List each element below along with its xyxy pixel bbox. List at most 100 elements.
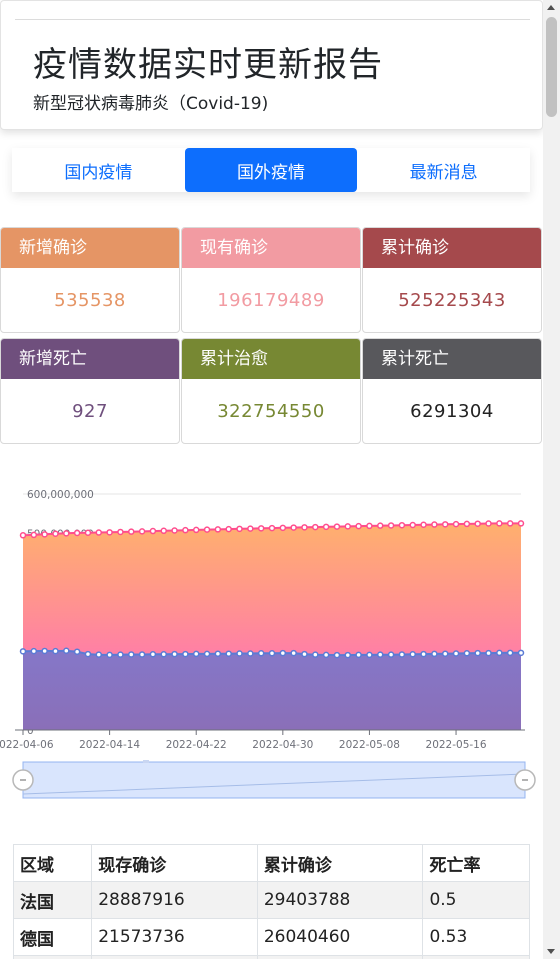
- column-header: 累计确诊: [256, 844, 424, 882]
- report-header: 疫情数据实时更新报告 新型冠状病毒肺炎（Covid-19): [0, 0, 543, 130]
- column-header: 死亡率: [422, 844, 530, 882]
- data-point: [19, 648, 27, 655]
- y-tick-label: 600,000,000: [27, 489, 94, 501]
- data-point: [485, 649, 492, 657]
- data-point: [41, 647, 48, 655]
- data-point: [431, 521, 438, 528]
- data-point: [182, 650, 189, 658]
- stat-value: 927: [72, 400, 108, 422]
- stat-label: 累计确诊: [363, 228, 541, 268]
- x-tick-label: 2022-04-06: [0, 739, 54, 751]
- vertical-scrollbar[interactable]: [543, 0, 560, 959]
- data-point: [203, 526, 211, 533]
- data-point: [279, 649, 287, 657]
- x-tick-label: 2022-05-08: [339, 739, 400, 751]
- data-point: [474, 649, 481, 657]
- data-point: [203, 650, 211, 658]
- stat-label: 累计治愈: [182, 339, 360, 379]
- data-point: [214, 650, 222, 657]
- tab-latest-news[interactable]: 最新消息: [357, 148, 530, 192]
- nav-tabs: 国内疫情 国外疫情 最新消息: [12, 148, 530, 192]
- table-cell: 28887916: [91, 881, 258, 919]
- data-point: [171, 650, 178, 658]
- data-point: [128, 651, 135, 658]
- data-point: [268, 524, 276, 532]
- stat-label: 现有确诊: [182, 228, 360, 268]
- data-point: [214, 526, 222, 533]
- data-point: [160, 651, 167, 658]
- stat-card-total-recovered: 累计治愈 322754550: [181, 338, 361, 444]
- stat-card-total-deaths: 累计死亡 6291304: [362, 338, 542, 444]
- table-row: 法国 28887916 29403788 0.5: [12, 881, 530, 919]
- data-point: [247, 525, 254, 532]
- data-point: [160, 527, 167, 535]
- data-point: [30, 647, 38, 655]
- data-point: [192, 650, 200, 658]
- trend-chart: 0100,000,000200,000,000300,000,000400,00…: [0, 480, 543, 810]
- stat-card-current-confirmed: 现有确诊 196179489: [181, 227, 361, 333]
- data-point: [452, 520, 460, 528]
- tab-domestic[interactable]: 国内疫情: [12, 148, 185, 192]
- table-cell: 26040460: [256, 918, 424, 956]
- data-point: [463, 650, 471, 657]
- data-point: [420, 650, 427, 658]
- table-row: 德国 21573736 26040460 0.53: [12, 918, 530, 956]
- data-point: [73, 648, 81, 655]
- area-series-bottom: [23, 650, 521, 730]
- column-header: 区域: [12, 844, 93, 882]
- trend-chart-svg: 0100,000,000200,000,000300,000,000400,00…: [0, 489, 536, 799]
- table-cell-region: 德国: [12, 918, 93, 956]
- data-point: [344, 523, 352, 530]
- data-point: [506, 649, 514, 657]
- stat-value: 322754550: [217, 400, 325, 422]
- data-point: [344, 651, 352, 659]
- table-cell: [422, 955, 530, 959]
- data-point: [30, 531, 38, 539]
- data-point: [149, 527, 157, 535]
- data-point: [452, 650, 460, 657]
- data-point: [149, 651, 157, 658]
- data-point: [236, 525, 243, 533]
- data-point: [117, 651, 124, 658]
- data-point: [312, 523, 319, 531]
- data-point: [257, 525, 265, 532]
- data-point: [312, 651, 319, 658]
- data-point: [517, 520, 525, 527]
- x-tick-label: 2022-04-30: [252, 739, 313, 751]
- data-point: [377, 651, 384, 658]
- data-point: [420, 521, 427, 529]
- region-table-wrapper: 区域 现存确诊 累计确诊 死亡率 法国 28887916 29403788 0.…: [12, 844, 530, 959]
- x-tick-label: 2022-04-14: [79, 739, 140, 751]
- data-point: [182, 526, 189, 534]
- data-point: [138, 528, 146, 535]
- area-series-top: [23, 523, 521, 656]
- x-tick-label: 2022-05-16: [426, 739, 487, 751]
- data-point: [387, 522, 395, 529]
- tab-international[interactable]: 国外疫情: [184, 148, 358, 192]
- data-point: [366, 522, 373, 530]
- data-point: [63, 530, 70, 537]
- x-tick-label: 2022-04-22: [166, 739, 227, 751]
- stat-card-new-confirmed: 新增确诊 535538: [0, 227, 180, 333]
- data-point: [398, 521, 406, 529]
- stat-value: 535538: [54, 289, 126, 311]
- stat-value: 6291304: [410, 400, 494, 422]
- data-point: [496, 520, 503, 527]
- column-header: 现存确诊: [91, 844, 258, 882]
- data-point: [52, 647, 59, 655]
- data-point: [366, 651, 373, 659]
- data-point: [52, 530, 59, 537]
- scrollbar-thumb[interactable]: [546, 17, 557, 117]
- stat-value: 525225343: [398, 289, 506, 311]
- data-point: [441, 650, 449, 657]
- data-point: [474, 520, 481, 527]
- scroll-down-arrow-icon[interactable]: [547, 949, 555, 954]
- zoom-move-handle: [143, 760, 149, 763]
- data-point: [117, 528, 124, 536]
- table-cell: 29403788: [256, 881, 424, 919]
- region-table: 区域 现存确诊 累计确诊 死亡率 法国 28887916 29403788 0.…: [12, 844, 530, 959]
- scroll-up-arrow-icon[interactable]: [547, 5, 555, 10]
- data-point: [73, 529, 81, 537]
- stat-label: 累计死亡: [363, 339, 541, 379]
- data-point: [355, 651, 362, 659]
